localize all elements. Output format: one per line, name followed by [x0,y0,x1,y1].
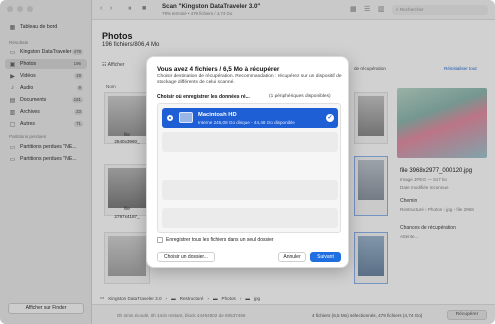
destination-placeholder-row [162,180,338,200]
app-window: ▦ Tableau de bord Résultats ▭ Kingston D… [0,0,495,324]
destination-item-macintosh-hd[interactable]: Macintosh HD Interne 245,08 Go disque - … [162,108,338,128]
destination-placeholder-row [162,132,338,152]
recovery-destination-dialog: Vous avez 4 fichiers / 6,5 Mo à récupére… [146,56,349,268]
checkmark-icon: ✓ [326,114,334,122]
next-button[interactable]: Suivant [310,252,341,262]
dialog-title: Vous avez 4 fichiers / 6,5 Mo à récupére… [157,66,280,73]
peripherals-count: (1 périphériques disponibles) [269,94,331,99]
single-folder-checkbox[interactable] [157,237,163,243]
destination-info: Interne 245,08 Go disque - 44,46 Go disp… [198,120,295,125]
cancel-button[interactable]: Annuler [278,252,306,262]
destination-question: Choisir où enregistrer les données ré... [157,94,250,100]
destination-placeholder-row [162,208,338,228]
single-folder-checkbox-label[interactable]: Enregistrer tous les fichiers dans un se… [166,237,274,243]
radio-selected-icon [167,115,173,121]
choose-folder-button[interactable]: Choisir un dossier... [157,252,215,262]
hard-drive-icon [179,112,193,123]
destination-list: Macintosh HD Interne 245,08 Go disque - … [157,103,341,233]
dialog-description: Choisir destination de récupération. Rec… [157,74,342,86]
destination-name: Macintosh HD [198,112,237,118]
